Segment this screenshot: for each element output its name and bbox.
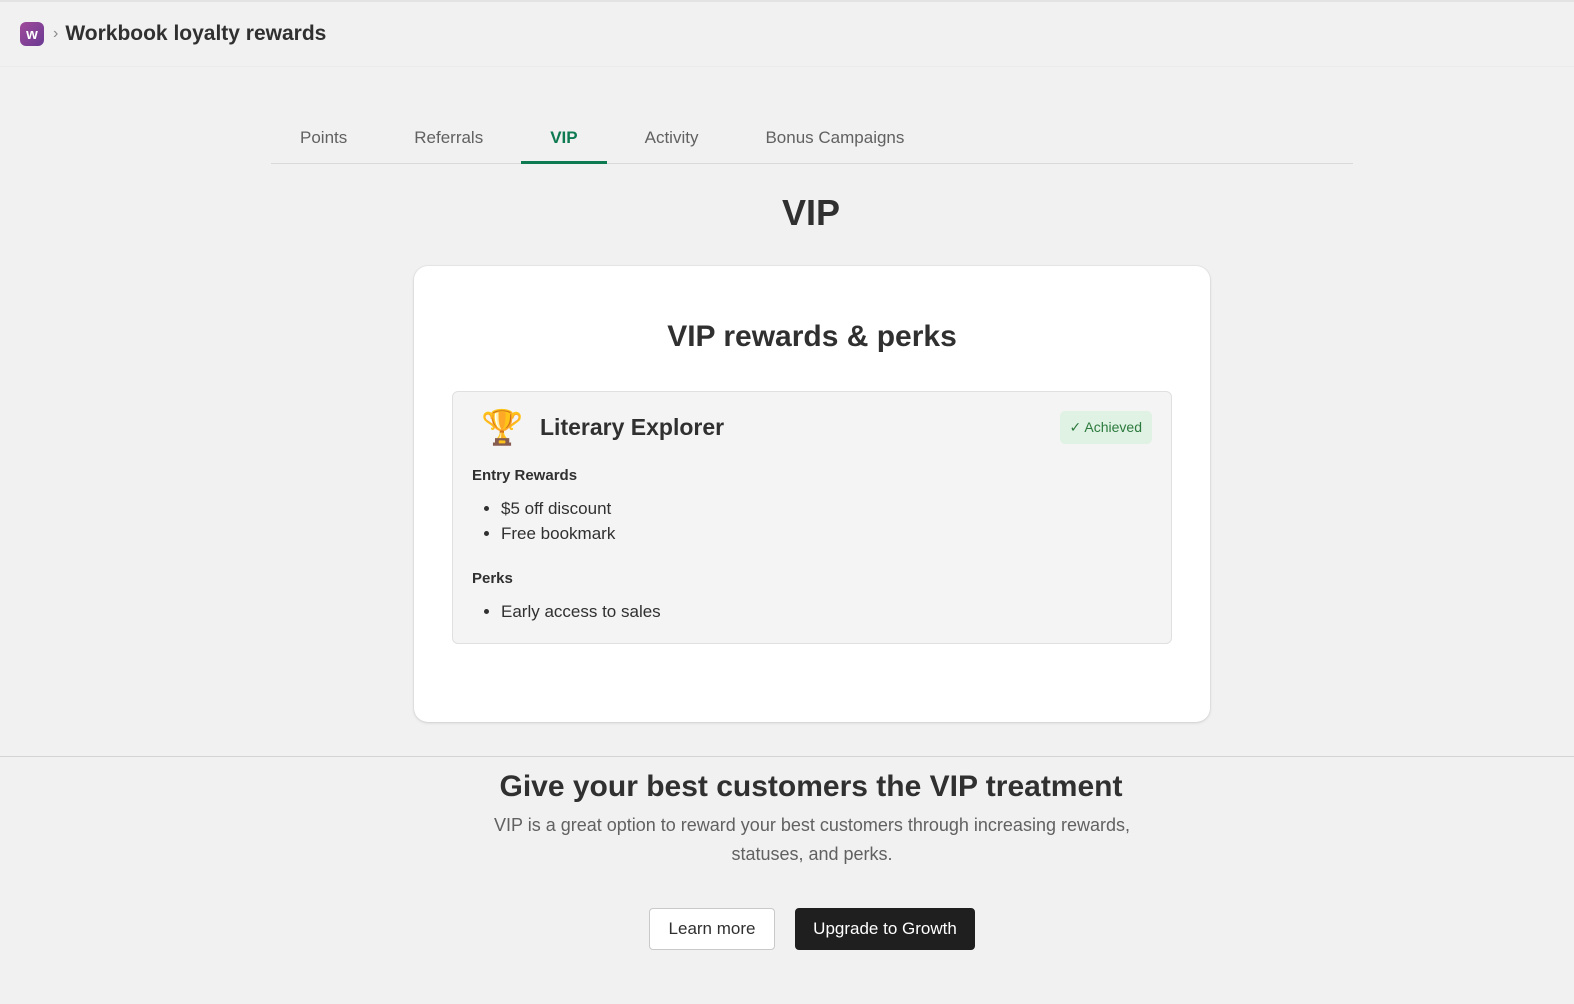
top-bar: w › Workbook loyalty rewards xyxy=(0,0,1574,67)
tab-referrals[interactable]: Referrals xyxy=(385,112,512,163)
tier-name: Literary Explorer xyxy=(540,414,725,440)
list-item: $5 off discount xyxy=(501,496,615,521)
vip-tier-panel: 🏆 Literary Explorer ✓ Achieved Entry Rew… xyxy=(452,391,1172,644)
card-title: VIP rewards & perks xyxy=(667,320,957,353)
app-logo-icon[interactable]: w xyxy=(20,22,44,46)
vip-rewards-card: VIP rewards & perks 🏆 Literary Explorer … xyxy=(414,266,1210,722)
tab-points[interactable]: Points xyxy=(271,112,376,163)
promo-description: VIP is a great option to reward your bes… xyxy=(494,815,1130,864)
status-badge: ✓ Achieved xyxy=(1059,411,1152,444)
section-heading: VIP xyxy=(781,192,841,233)
tab-activity[interactable]: Activity xyxy=(616,112,728,163)
perks-list: Early access to sales xyxy=(501,599,661,624)
breadcrumb-separator-icon: › xyxy=(53,25,59,42)
entry-rewards-list: $5 off discount Free bookmark xyxy=(501,496,615,546)
promo-heading: Give your best customers the VIP treatme… xyxy=(499,770,1123,803)
section-divider xyxy=(0,756,1574,757)
learn-more-button[interactable]: Learn more xyxy=(649,908,775,950)
tab-bonus-campaigns[interactable]: Bonus Campaigns xyxy=(736,112,933,163)
list-item: Early access to sales xyxy=(501,599,661,624)
perks-label: Perks xyxy=(472,570,513,587)
tab-bar: Points Referrals VIP Activity Bonus Camp… xyxy=(271,112,1353,164)
trophy-icon: 🏆 xyxy=(481,409,524,447)
list-item: Free bookmark xyxy=(501,521,615,546)
upgrade-button[interactable]: Upgrade to Growth xyxy=(795,908,975,950)
page-title: Workbook loyalty rewards xyxy=(65,22,327,45)
entry-rewards-label: Entry Rewards xyxy=(472,467,578,484)
tab-vip[interactable]: VIP xyxy=(521,112,608,164)
